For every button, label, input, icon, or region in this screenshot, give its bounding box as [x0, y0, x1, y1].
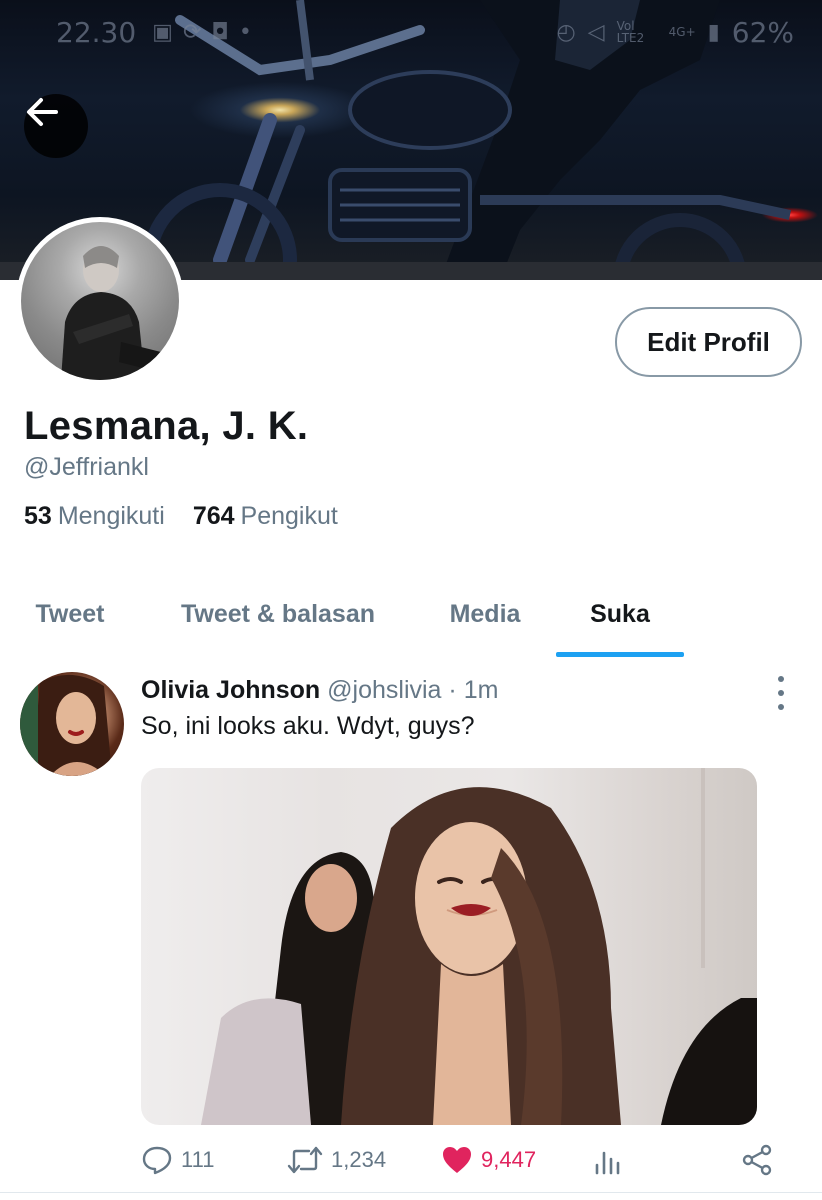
- alarm-icon: ◴: [556, 19, 576, 45]
- follow-stats: 53 Mengikuti 764 Pengikut: [24, 502, 338, 531]
- tweet-actions: 111 1,234 9,447: [141, 1140, 781, 1180]
- arrow-left-icon: [27, 98, 58, 126]
- share-button[interactable]: [741, 1140, 773, 1180]
- retweet-count: 1,234: [331, 1147, 387, 1172]
- reply-count: 111: [181, 1147, 215, 1172]
- network-type-label: 4G+: [668, 25, 696, 39]
- tweet-image[interactable]: [141, 768, 757, 1125]
- profile-avatar-frame[interactable]: [16, 217, 184, 385]
- gallery-icon: ▣: [152, 19, 173, 45]
- back-button[interactable]: [24, 94, 88, 158]
- tweet-author-photo: [20, 672, 112, 776]
- following-label: Mengikuti: [57, 502, 165, 530]
- tab-likes[interactable]: Suka: [556, 570, 684, 658]
- retweet-icon: [287, 1146, 323, 1174]
- edit-profile-button[interactable]: Edit Profil: [615, 307, 802, 377]
- divider: [0, 1192, 822, 1193]
- bag-icon: ◘: [211, 19, 229, 45]
- tweet-author-name[interactable]: Olivia Johnson: [141, 676, 320, 704]
- profile-display-name: Lesmana, J. K.: [24, 404, 309, 448]
- tweet-text: So, ini looks aku. Wdyt, guys?: [141, 712, 475, 740]
- tweet-header: Olivia Johnson @johslivia · 1m: [141, 676, 498, 705]
- avatar: [21, 222, 179, 380]
- active-tab-indicator: [556, 652, 684, 657]
- profile-handle: @Jeffriankl: [24, 453, 149, 481]
- followers-label: Pengikut: [240, 502, 338, 530]
- tweet-author-handle[interactable]: @johslivia: [327, 676, 441, 704]
- tweet-time: 1m: [463, 676, 499, 704]
- mute-icon: ◁: [587, 19, 605, 45]
- reply-icon: [142, 1146, 172, 1175]
- followers-count: 764: [192, 502, 235, 530]
- avatar-photo: [61, 246, 161, 380]
- like-button[interactable]: 9,447: [441, 1140, 536, 1180]
- signal-icon: ▮: [707, 19, 720, 45]
- share-icon: [742, 1144, 772, 1176]
- analytics-icon: [595, 1151, 620, 1175]
- analytics-button[interactable]: [593, 1140, 623, 1180]
- like-count: 9,447: [481, 1147, 537, 1172]
- reply-button[interactable]: 111: [141, 1140, 214, 1180]
- following-count: 53: [24, 502, 52, 530]
- tweet-photo: [201, 768, 757, 1125]
- heart-icon: [443, 1147, 471, 1173]
- tab-tweet-replies[interactable]: Tweet & balasan: [160, 570, 396, 658]
- following-link[interactable]: 53 Mengikuti: [24, 502, 165, 531]
- sync-icon: ⟳: [182, 19, 202, 45]
- tweet-separator: ·: [448, 676, 457, 704]
- more-vertical-icon[interactable]: [770, 676, 792, 710]
- dot-icon: •: [238, 19, 252, 45]
- status-bar: 22.30 ▣ ⟳ ◘ • ◴ ◁ Vol LTE2 4G+ ▮ 62%: [0, 0, 822, 64]
- retweet-button[interactable]: 1,234: [287, 1140, 386, 1180]
- status-time: 22.30: [56, 15, 137, 49]
- followers-link[interactable]: 764 Pengikut: [193, 502, 338, 531]
- profile-tabs: Tweet Tweet & balasan Media Suka: [0, 570, 822, 658]
- tweet-author-avatar[interactable]: [20, 672, 124, 776]
- network-label: Vol LTE2: [616, 19, 645, 45]
- tab-media[interactable]: Media: [428, 570, 542, 658]
- tab-tweet[interactable]: Tweet: [14, 570, 126, 658]
- battery-level: 62%: [731, 15, 794, 49]
